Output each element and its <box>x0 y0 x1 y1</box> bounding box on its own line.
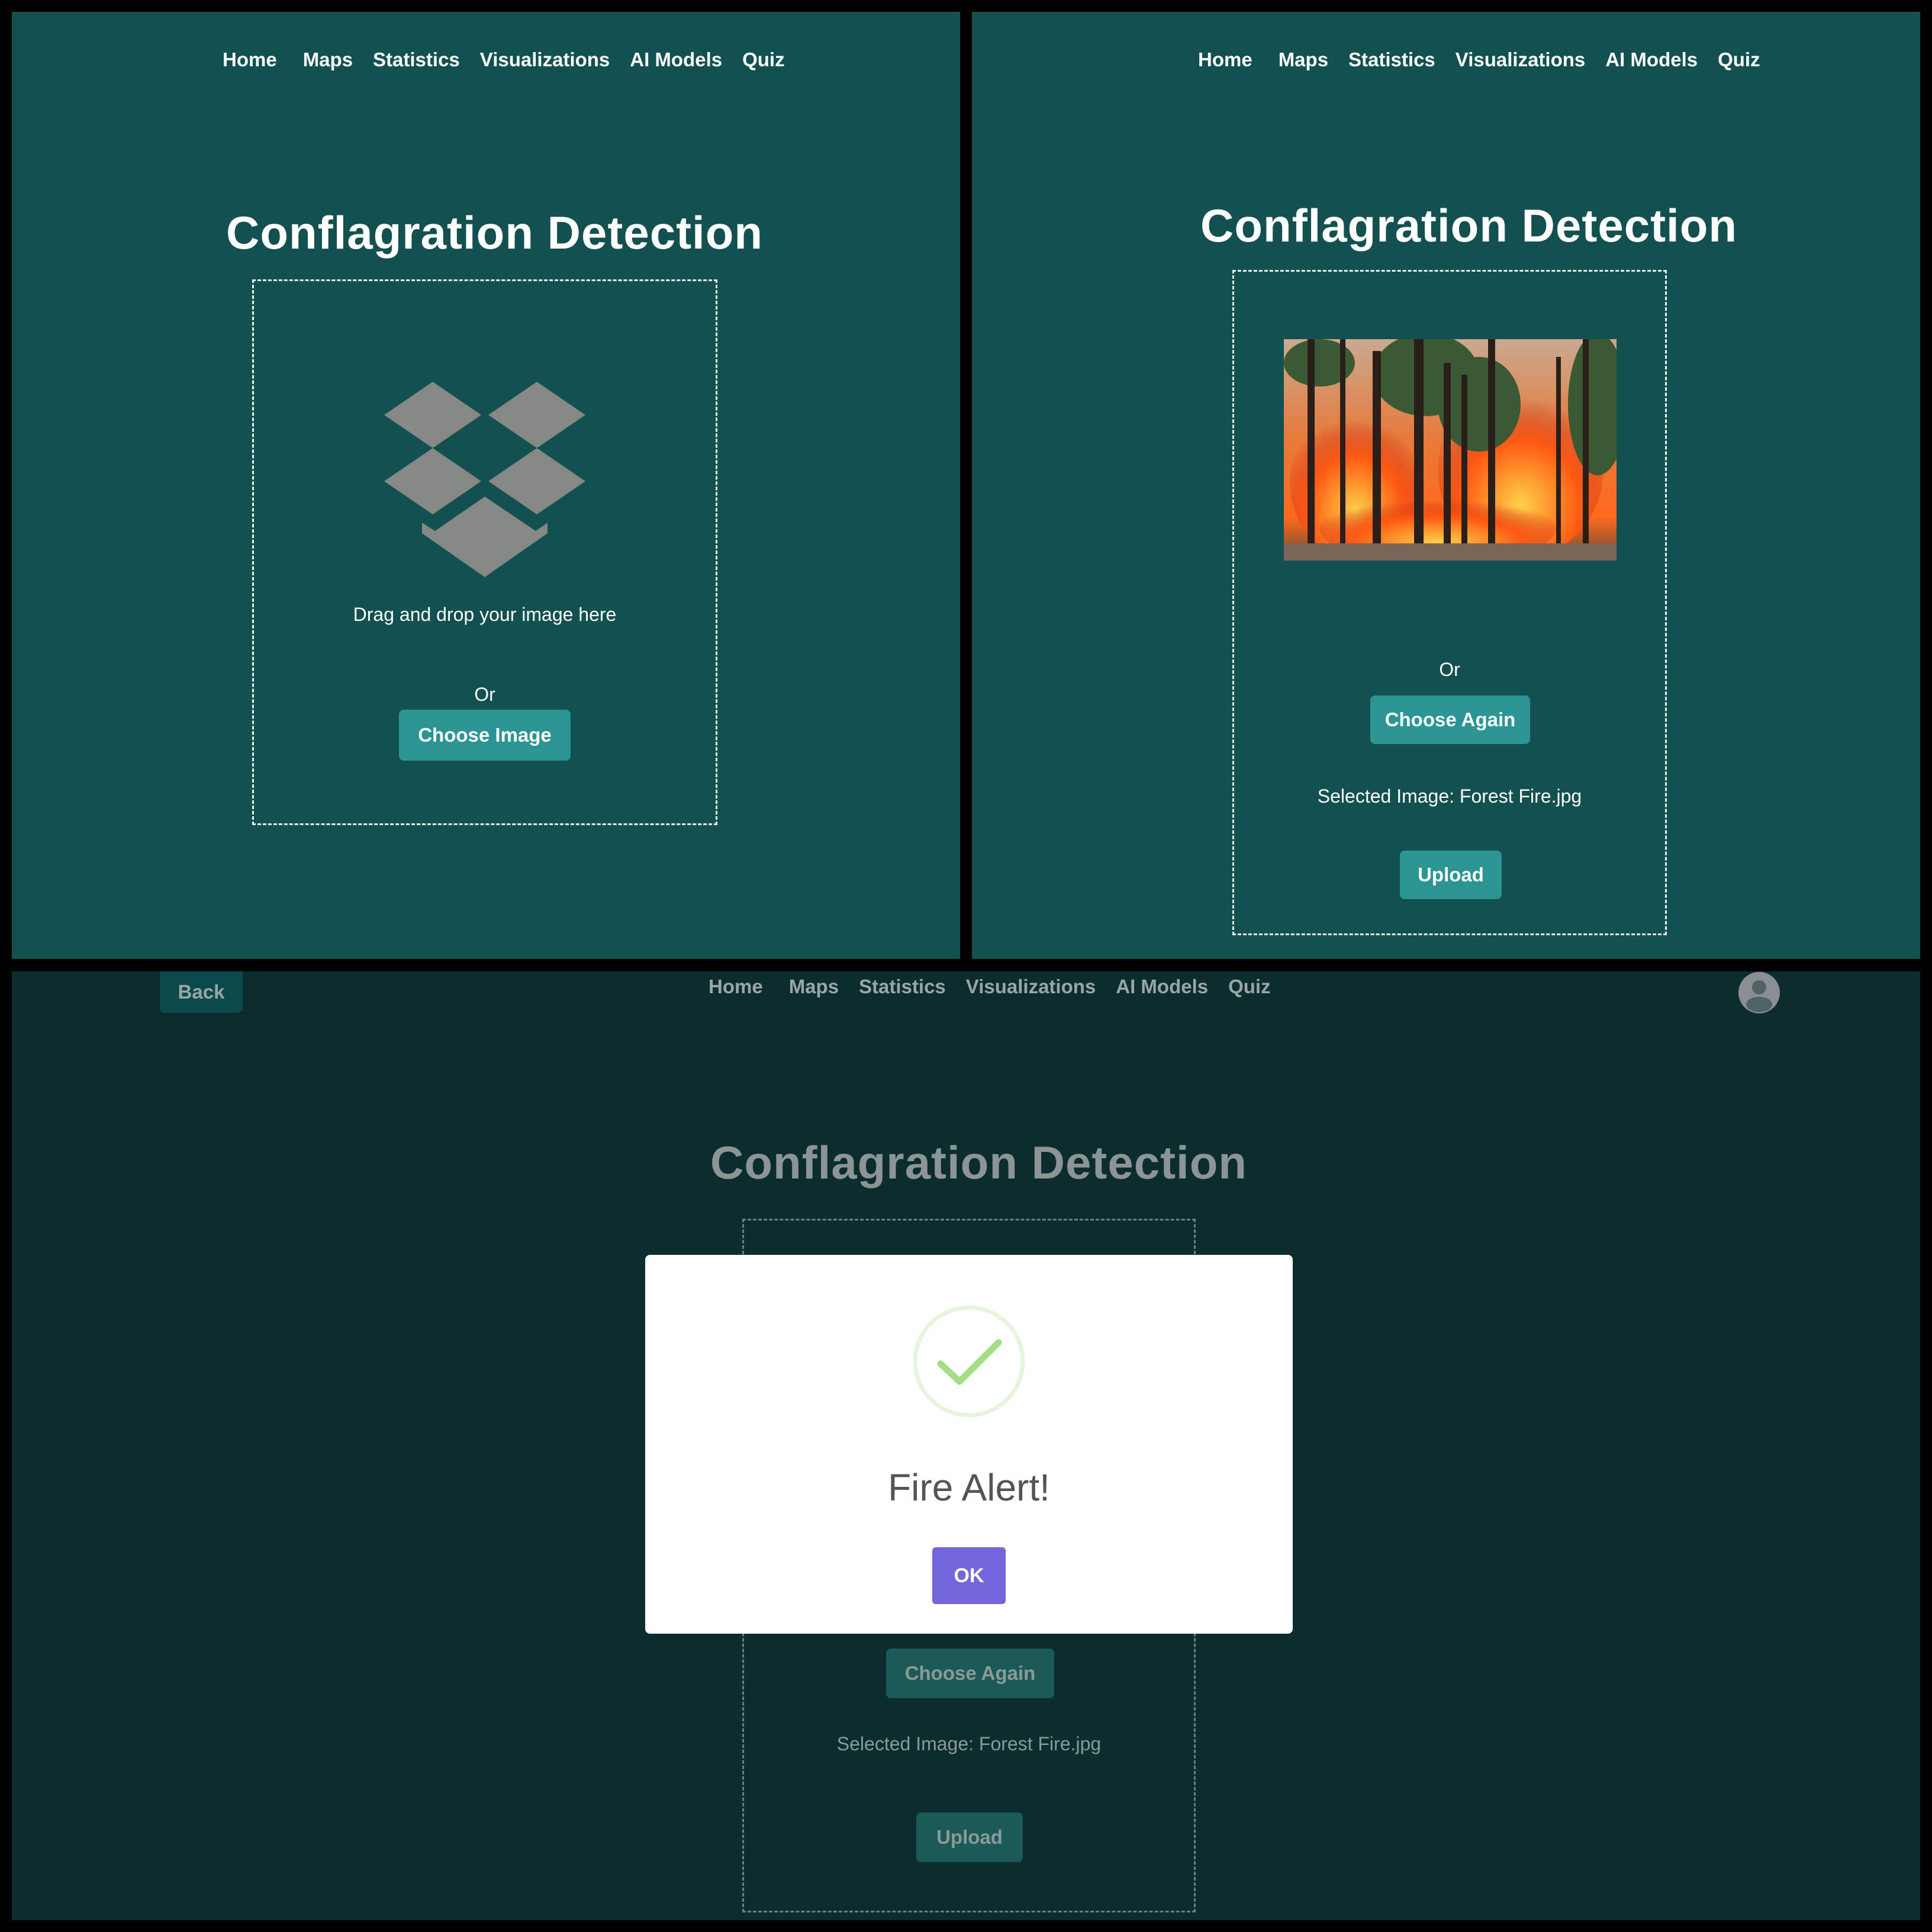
image-dropzone[interactable]: Drag and drop your image here Or Choose … <box>252 279 717 825</box>
upload-button[interactable]: Upload <box>916 1812 1023 1862</box>
nav-maps[interactable]: Maps <box>303 49 353 71</box>
forest-fire-image <box>1284 339 1617 561</box>
nav-statistics[interactable]: Statistics <box>373 49 460 71</box>
choose-image-button[interactable]: Choose Image <box>399 710 571 761</box>
nav-ai-models[interactable]: AI Models <box>1116 975 1208 998</box>
nav-visualizations[interactable]: Visualizations <box>1456 49 1585 71</box>
upload-button[interactable]: Upload <box>1400 851 1502 899</box>
nav-visualizations[interactable]: Visualizations <box>480 49 610 71</box>
upload-screen-empty: Home Maps Statistics Visualizations AI M… <box>12 12 960 959</box>
nav-quiz[interactable]: Quiz <box>1228 975 1271 998</box>
page-title: Conflagration Detection <box>1200 199 1738 252</box>
nav-statistics[interactable]: Statistics <box>1348 49 1435 71</box>
choose-again-button[interactable]: Choose Again <box>1370 695 1530 744</box>
user-avatar-icon[interactable] <box>1738 971 1780 1014</box>
top-nav: Home Maps Statistics Visualizations AI M… <box>223 49 785 71</box>
nav-ai-models[interactable]: AI Models <box>630 49 722 71</box>
nav-home[interactable]: Home <box>709 975 763 998</box>
image-dropzone[interactable]: Or Choose Again Selected Image: Forest F… <box>1232 270 1667 935</box>
nav-quiz[interactable]: Quiz <box>742 49 785 71</box>
selected-image-label: Selected Image: Forest Fire.jpg <box>1317 785 1582 807</box>
top-nav: Home Maps Statistics Visualizations AI M… <box>1198 49 1760 71</box>
upload-screen-selected: Home Maps Statistics Visualizations AI M… <box>972 12 1920 959</box>
nav-maps[interactable]: Maps <box>1279 49 1328 71</box>
dropbox-icon <box>384 382 585 577</box>
or-label: Or <box>1439 659 1460 680</box>
choose-again-button[interactable]: Choose Again <box>886 1648 1054 1698</box>
page-title: Conflagration Detection <box>226 207 764 259</box>
modal-title: Fire Alert! <box>888 1466 1050 1509</box>
success-check-icon <box>913 1305 1025 1418</box>
ok-button[interactable]: OK <box>932 1547 1006 1604</box>
drag-drop-label: Drag and drop your image here <box>353 604 617 625</box>
page-title: Conflagration Detection <box>710 1136 1248 1189</box>
nav-statistics[interactable]: Statistics <box>859 975 946 998</box>
fire-alert-modal: Fire Alert! OK <box>645 1255 1293 1634</box>
or-label: Or <box>474 684 495 705</box>
nav-home[interactable]: Home <box>1198 49 1252 71</box>
nav-ai-models[interactable]: AI Models <box>1605 49 1698 71</box>
nav-maps[interactable]: Maps <box>789 975 839 998</box>
top-nav: Home Maps Statistics Visualizations AI M… <box>709 975 1271 998</box>
back-button[interactable]: Back <box>160 971 243 1013</box>
nav-home[interactable]: Home <box>223 49 277 71</box>
selected-image-label: Selected Image: Forest Fire.jpg <box>836 1733 1102 1754</box>
nav-quiz[interactable]: Quiz <box>1718 49 1760 71</box>
nav-visualizations[interactable]: Visualizations <box>966 975 1096 998</box>
